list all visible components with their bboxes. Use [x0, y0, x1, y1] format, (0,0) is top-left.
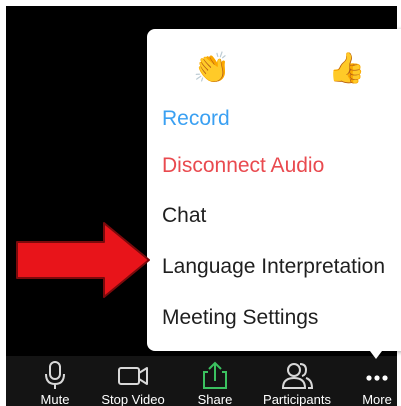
menu-pointer	[370, 351, 382, 359]
share-arrow-icon	[203, 361, 227, 389]
clapping-hands-icon[interactable]: 👏	[192, 49, 232, 89]
disconnect-audio-menu-item[interactable]: Disconnect Audio	[162, 146, 401, 186]
zoom-meeting-screen: Mute Stop Video Share Participants More …	[0, 0, 401, 406]
share-label: Share	[197, 392, 233, 406]
more-label: More	[362, 392, 392, 406]
red-arrow-icon	[16, 222, 150, 298]
reactions-row: 👏 👍	[147, 29, 401, 101]
more-dots-icon	[366, 375, 388, 381]
record-menu-item[interactable]: Record	[162, 99, 401, 139]
meeting-settings-menu-item[interactable]: Meeting Settings	[162, 298, 401, 338]
thumbs-up-icon[interactable]: 👍	[327, 49, 367, 89]
chat-menu-item[interactable]: Chat	[162, 196, 401, 236]
mute-button[interactable]: Mute	[10, 360, 100, 406]
stop-video-label: Stop Video	[101, 392, 165, 406]
more-menu: 👏 👍 Record Disconnect Audio Chat Languag…	[147, 29, 401, 351]
participants-button[interactable]: Participants	[252, 360, 342, 406]
participants-label: Participants	[263, 392, 331, 406]
stop-video-button[interactable]: Stop Video	[88, 360, 178, 406]
share-button[interactable]: Share	[170, 360, 260, 406]
mute-label: Mute	[40, 392, 70, 406]
video-camera-icon	[118, 367, 148, 385]
participants-icon	[281, 363, 314, 389]
more-button[interactable]: More	[332, 360, 397, 406]
microphone-icon	[45, 361, 65, 389]
language-interpretation-menu-item[interactable]: Language Interpretation	[162, 247, 401, 287]
meeting-toolbar: Mute Stop Video Share Participants More	[6, 356, 397, 406]
